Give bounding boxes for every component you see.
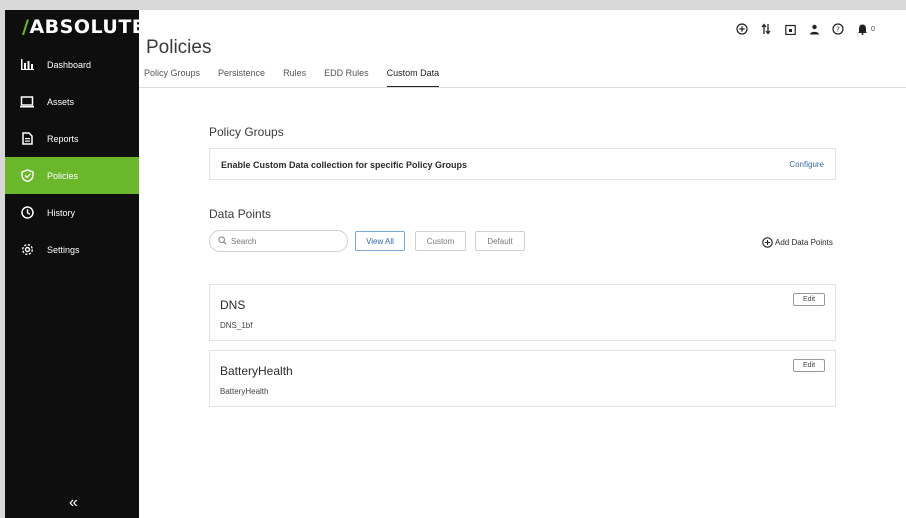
sidebar-item-label: Policies	[47, 170, 79, 181]
configure-link[interactable]: Configure	[789, 160, 824, 169]
add-circle-icon	[762, 237, 773, 248]
top-toolbar: ? 0	[735, 22, 875, 36]
clock-icon	[20, 206, 34, 220]
tab-policy-groups[interactable]: Policy Groups	[144, 68, 200, 88]
bar-chart-icon	[20, 58, 34, 72]
sidebar-item-label: Settings	[47, 244, 80, 255]
tab-bar: Policy Groups Persistence Rules EDD Rule…	[144, 68, 457, 88]
sidebar-item-label: Assets	[47, 96, 75, 107]
shield-icon	[20, 169, 34, 183]
policy-groups-description: Enable Custom Data collection for specif…	[221, 160, 468, 170]
header-divider	[139, 87, 906, 88]
data-point-name: DNS	[220, 298, 246, 312]
sidebar-item-history[interactable]: History	[5, 194, 139, 231]
edit-button[interactable]: Edit	[793, 293, 825, 306]
data-point-card: BatteryHealth BatteryHealth Edit	[209, 350, 836, 407]
tab-edd-rules[interactable]: EDD Rules	[324, 68, 369, 88]
default-filter-button[interactable]: Default	[475, 231, 525, 251]
collapse-sidebar-button[interactable]: «	[69, 494, 78, 512]
document-icon	[20, 132, 34, 146]
add-data-points-label: Add Data Points	[775, 238, 833, 247]
sidebar-item-assets[interactable]: Assets	[5, 83, 139, 120]
search-box[interactable]	[209, 230, 348, 252]
search-input[interactable]	[231, 236, 341, 246]
tab-persistence[interactable]: Persistence	[218, 68, 265, 88]
sidebar: /ABSOLUTE Dashboard Assets Reports Polic…	[5, 10, 145, 518]
edit-button[interactable]: Edit	[793, 359, 825, 372]
gear-icon	[20, 243, 34, 257]
data-point-identifier: BatteryHealth	[220, 387, 269, 396]
svg-text:?: ?	[836, 26, 840, 34]
view-all-button[interactable]: View All	[355, 231, 405, 251]
sidebar-item-label: Dashboard	[47, 59, 92, 70]
app-window: /ABSOLUTE Dashboard Assets Reports Polic…	[0, 0, 906, 518]
policy-groups-heading: Policy Groups	[209, 125, 284, 139]
sidebar-item-label: Reports	[47, 133, 79, 144]
window-top-border	[0, 0, 906, 10]
data-point-card: DNS DNS_1bf Edit	[209, 284, 836, 341]
sidebar-item-policies[interactable]: Policies	[5, 157, 139, 194]
tab-custom-data[interactable]: Custom Data	[386, 68, 440, 88]
custom-filter-button[interactable]: Custom	[415, 231, 466, 251]
sidebar-item-reports[interactable]: Reports	[5, 120, 139, 157]
sidebar-item-label: History	[47, 207, 76, 218]
add-data-points-button[interactable]: Add Data Points	[762, 237, 833, 248]
sidebar-item-settings[interactable]: Settings	[5, 231, 139, 268]
policy-groups-card: Enable Custom Data collection for specif…	[209, 148, 836, 180]
help-icon[interactable]: ?	[831, 22, 845, 36]
sidebar-nav: Dashboard Assets Reports Policies Histor…	[5, 46, 139, 268]
absolute-logo[interactable]: /ABSOLUTE	[22, 16, 145, 38]
laptop-icon	[20, 95, 34, 109]
add-circle-icon[interactable]	[735, 22, 749, 36]
data-point-identifier: DNS_1bf	[220, 321, 253, 330]
user-icon[interactable]	[807, 22, 821, 36]
tab-rules[interactable]: Rules	[283, 68, 306, 88]
data-point-name: BatteryHealth	[220, 364, 293, 378]
sidebar-item-dashboard[interactable]: Dashboard	[5, 46, 139, 83]
page-title: Policies	[146, 37, 212, 58]
calendar-icon[interactable]	[783, 22, 797, 36]
search-icon	[218, 232, 227, 250]
bell-icon[interactable]	[855, 22, 869, 36]
data-points-heading: Data Points	[209, 207, 272, 221]
transfer-icon[interactable]	[759, 22, 773, 36]
notification-count: 0	[871, 25, 875, 33]
